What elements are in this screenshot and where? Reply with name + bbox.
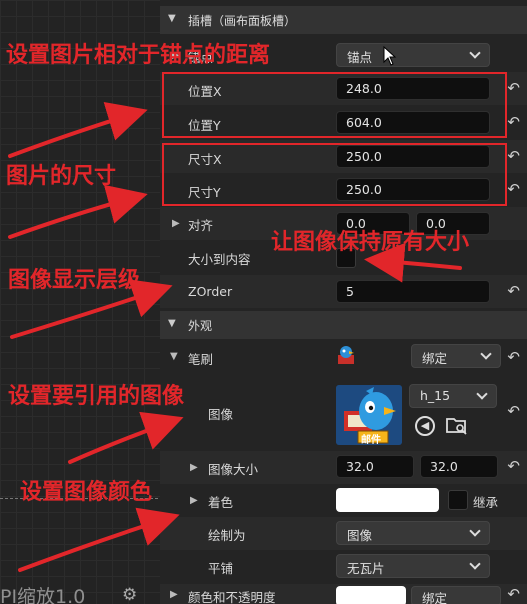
annotation-image-size: 图片的尺寸 [6,164,117,189]
anchor-dropdown[interactable]: 锚点 [336,43,490,67]
row-tint: ▶ 着色 继承 [160,484,527,517]
graph-canvas[interactable]: PI缩放1.0 ⚙ [0,0,160,604]
draw-as-value: 图像 [347,528,373,543]
expand-arrow-icon[interactable]: ▶ [170,589,178,600]
row-tiling: 平铺 无瓦片 [160,550,527,583]
reset-arrow-icon[interactable]: ↶ [507,113,520,131]
annotation-anchor-distance: 设置图片相对于锚点的距离 [6,43,271,68]
expand-arrow-icon[interactable]: ▶ [172,218,180,229]
alignment-label: 对齐 [188,218,214,233]
zoom-level-text: PI缩放1.0 [0,586,86,604]
collapse-arrow-icon: ▼ [168,318,176,329]
row-draw-as: 绘制为 图像 [160,517,527,550]
image-size-label: 图像大小 [208,462,259,477]
section-title: 外观 [188,319,213,333]
section-slot[interactable]: ▼ 插槽（画布面板槽） [160,6,527,34]
collapse-arrow-icon: ▼ [168,13,176,24]
annotation-set-image: 设置要引用的图像 [8,384,185,409]
bind-dropdown[interactable]: 绑定 [411,344,501,368]
tiling-label: 平铺 [208,561,234,576]
reset-arrow-icon[interactable]: ↶ [507,402,520,420]
annotation-keep-original-size: 让图像保持原有大小 [271,230,470,255]
browse-back-icon[interactable]: ◀ [415,416,435,436]
reset-arrow-icon[interactable]: ↶ [507,282,520,300]
chevron-down-icon [476,388,488,400]
reset-arrow-icon[interactable]: ↶ [507,147,520,165]
section-appearance[interactable]: ▼ 外观 [160,311,527,339]
color-opacity-swatch[interactable] [336,586,406,604]
chevron-down-icon [469,525,481,537]
size-to-content-label: 大小到内容 [188,252,251,267]
tint-color-swatch[interactable] [336,488,439,512]
thumb-badge-text: 邮件 [361,435,381,445]
zorder-input[interactable]: 5 [336,280,490,303]
draw-as-dropdown[interactable]: 图像 [336,521,490,545]
reset-arrow-icon[interactable]: ↶ [507,457,520,475]
inherit-label: 继承 [473,495,499,510]
mouse-cursor-icon [383,46,397,66]
image-label: 图像 [208,407,234,422]
image-size-y-input[interactable]: 32.0 [420,455,498,478]
size-highlight-box [162,143,507,206]
bind-dropdown-2[interactable]: 绑定 [411,586,501,604]
annotation-set-color: 设置图像颜色 [20,480,153,505]
bind-label-2: 绑定 [422,591,448,604]
bind-label: 绑定 [422,351,448,366]
settings-gear-icon[interactable]: ⚙ [122,585,137,604]
chevron-down-icon [469,558,481,570]
expand-arrow-icon[interactable]: ▶ [190,462,198,473]
reset-arrow-icon[interactable]: ↶ [507,79,520,97]
tiling-value: 无瓦片 [347,561,385,576]
image-thumbnail[interactable]: 邮件 [336,385,402,445]
reset-arrow-icon[interactable]: ↶ [507,585,520,603]
row-zorder: ZOrder 5 ↶ [160,275,527,308]
collapse-arrow-icon[interactable]: ▼ [170,351,178,362]
tint-label: 着色 [208,495,234,510]
position-highlight-box [162,72,507,138]
tiling-dropdown[interactable]: 无瓦片 [336,554,490,578]
brush-label: 笔刷 [188,352,214,367]
image-asset-dropdown[interactable]: h_15 [409,384,497,408]
inherit-checkbox[interactable] [448,490,468,510]
color-opacity-label: 颜色和不透明度 [188,590,276,604]
section-title: 插槽（画布面板槽） [188,14,297,28]
folder-search-icon[interactable] [445,414,469,436]
anchor-value: 锚点 [347,50,373,65]
expand-arrow-icon[interactable]: ▶ [190,495,198,506]
row-color-opacity: ▶ 颜色和不透明度 绑定 ↶ [160,584,527,604]
image-size-x-input[interactable]: 32.0 [336,455,414,478]
chevron-down-icon [469,47,481,59]
draw-as-label: 绘制为 [208,528,246,543]
brush-preview-icon [338,346,354,364]
reset-arrow-icon[interactable]: ↶ [507,180,520,198]
annotation-display-layer: 图像显示层级 [8,268,141,293]
row-image-size: ▶ 图像大小 32.0 32.0 ↶ [160,451,527,484]
image-asset-name: h_15 [420,388,451,403]
chevron-down-icon [480,348,492,360]
zorder-label: ZOrder [188,284,233,299]
reset-arrow-icon[interactable]: ↶ [507,348,520,366]
